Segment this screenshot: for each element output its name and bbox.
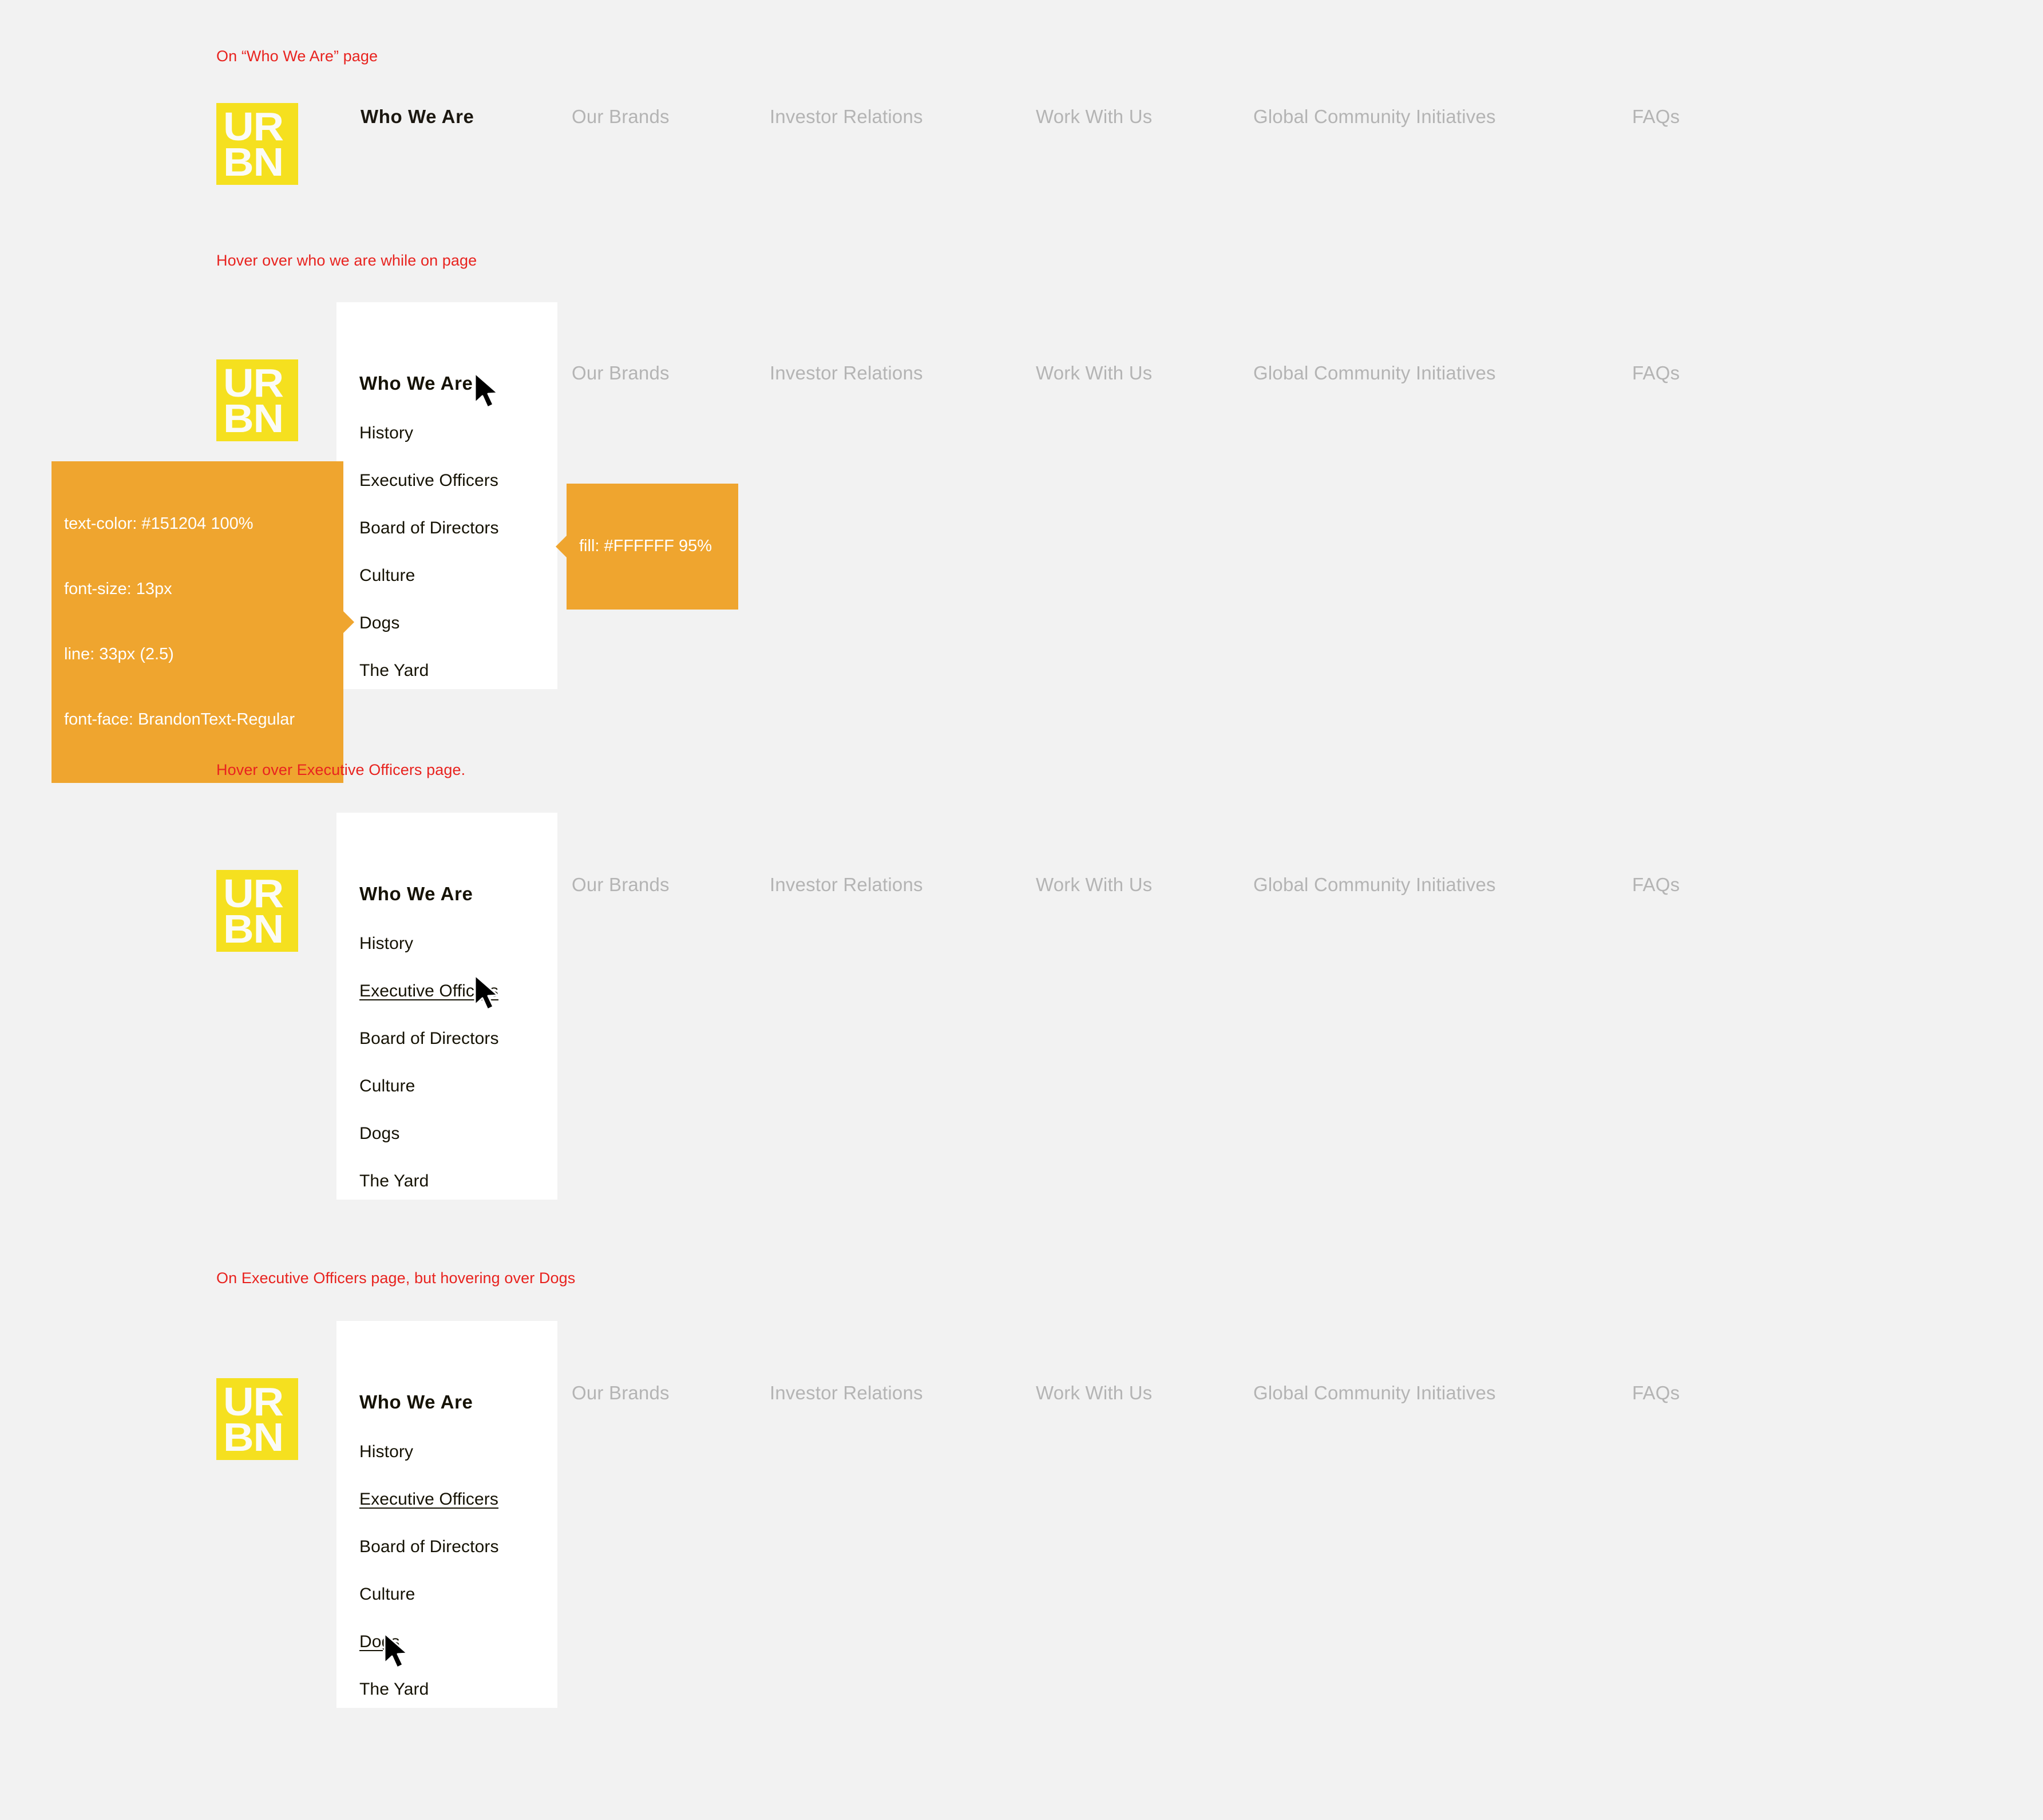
spec-line-fill: fill: #FFFFFF 95%: [579, 537, 712, 555]
logo-line-ur: UR: [223, 1379, 284, 1424]
annotation-note-4: On Executive Officers page, but hovering…: [216, 1269, 576, 1287]
nav-item-investor-relations[interactable]: Investor Relations: [770, 104, 923, 129]
urbn-logo[interactable]: UR BN: [216, 359, 298, 441]
nav-item-investor-relations[interactable]: Investor Relations: [770, 1380, 923, 1406]
logo-line-ur: UR: [223, 104, 284, 149]
spec-line-font-size: font-size: 13px: [64, 580, 172, 598]
who-we-are-dropdown-panel: Who We Are History Executive Officers Bo…: [336, 302, 557, 689]
dropdown-item-the-yard[interactable]: The Yard: [359, 1680, 429, 1699]
nav-item-work-with-us[interactable]: Work With Us: [1036, 361, 1152, 386]
dropdown-item-culture[interactable]: Culture: [359, 1077, 415, 1096]
nav-item-our-brands[interactable]: Our Brands: [572, 1380, 670, 1406]
spec-callout-text-style: text-color: #151204 100% font-size: 13px…: [52, 461, 343, 783]
logo-line-bn: BN: [223, 396, 284, 441]
urbn-logo[interactable]: UR BN: [216, 103, 298, 185]
spec-line-font-face: font-face: BrandonText-Regular: [64, 710, 295, 729]
logo-line-bn: BN: [223, 140, 284, 184]
nav-item-investor-relations[interactable]: Investor Relations: [770, 872, 923, 897]
dropdown-item-history[interactable]: History: [359, 424, 413, 443]
logo-line-bn: BN: [223, 907, 284, 951]
dropdown-item-executive-officers[interactable]: Executive Officers: [359, 1490, 498, 1509]
nav-item-global-community-initiatives[interactable]: Global Community Initiatives: [1253, 104, 1496, 129]
urbn-logo[interactable]: UR BN: [216, 1378, 298, 1460]
nav-item-faqs[interactable]: FAQs: [1632, 104, 1680, 129]
nav-item-global-community-initiatives[interactable]: Global Community Initiatives: [1253, 1380, 1496, 1406]
nav-item-investor-relations[interactable]: Investor Relations: [770, 361, 923, 386]
annotation-note-3: Hover over Executive Officers page.: [216, 761, 466, 778]
dropdown-item-dogs[interactable]: Dogs: [359, 1632, 399, 1652]
dropdown-item-board-of-directors[interactable]: Board of Directors: [359, 519, 499, 538]
nav-item-who-we-are[interactable]: Who We Are: [361, 104, 474, 129]
nav-item-work-with-us[interactable]: Work With Us: [1036, 1380, 1152, 1406]
dropdown-item-history[interactable]: History: [359, 1442, 413, 1462]
spec-callout-panel-fill: fill: #FFFFFF 95%: [567, 484, 738, 610]
spec-line-line-height: line: 33px (2.5): [64, 645, 174, 663]
who-we-are-dropdown-panel: Who We Are History Executive Officers Bo…: [336, 1321, 557, 1708]
logo-line-ur: UR: [223, 361, 284, 405]
dropdown-item-culture[interactable]: Culture: [359, 1585, 415, 1604]
nav-item-faqs[interactable]: FAQs: [1632, 361, 1680, 386]
annotation-note-1: On “Who We Are” page: [216, 48, 378, 65]
dropdown-item-who-we-are[interactable]: Who We Are: [359, 883, 473, 905]
dropdown-item-executive-officers[interactable]: Executive Officers: [359, 471, 498, 490]
dropdown-item-history[interactable]: History: [359, 934, 413, 953]
nav-item-our-brands[interactable]: Our Brands: [572, 872, 670, 897]
spec-line-text-color: text-color: #151204 100%: [64, 515, 254, 533]
dropdown-item-dogs[interactable]: Dogs: [359, 614, 399, 633]
nav-item-work-with-us[interactable]: Work With Us: [1036, 872, 1152, 897]
dropdown-item-who-we-are[interactable]: Who We Are: [359, 1391, 473, 1413]
nav-item-work-with-us[interactable]: Work With Us: [1036, 104, 1152, 129]
annotation-note-2: Hover over who we are while on page: [216, 252, 477, 269]
dropdown-item-board-of-directors[interactable]: Board of Directors: [359, 1537, 499, 1557]
nav-item-global-community-initiatives[interactable]: Global Community Initiatives: [1253, 872, 1496, 897]
dropdown-item-the-yard[interactable]: The Yard: [359, 1172, 429, 1191]
logo-line-ur: UR: [223, 871, 284, 916]
nav-item-our-brands[interactable]: Our Brands: [572, 361, 670, 386]
dropdown-item-dogs[interactable]: Dogs: [359, 1124, 399, 1144]
logo-line-bn: BN: [223, 1415, 284, 1459]
nav-item-faqs[interactable]: FAQs: [1632, 1380, 1680, 1406]
urbn-logo[interactable]: UR BN: [216, 870, 298, 952]
nav-item-our-brands[interactable]: Our Brands: [572, 104, 670, 129]
dropdown-item-executive-officers[interactable]: Executive Officers: [359, 982, 498, 1001]
who-we-are-dropdown-panel: Who We Are History Executive Officers Bo…: [336, 813, 557, 1200]
nav-item-faqs[interactable]: FAQs: [1632, 872, 1680, 897]
nav-item-global-community-initiatives[interactable]: Global Community Initiatives: [1253, 361, 1496, 386]
dropdown-item-culture[interactable]: Culture: [359, 566, 415, 585]
dropdown-item-who-we-are[interactable]: Who We Are: [359, 373, 473, 394]
dropdown-item-the-yard[interactable]: The Yard: [359, 661, 429, 680]
dropdown-item-board-of-directors[interactable]: Board of Directors: [359, 1029, 499, 1049]
